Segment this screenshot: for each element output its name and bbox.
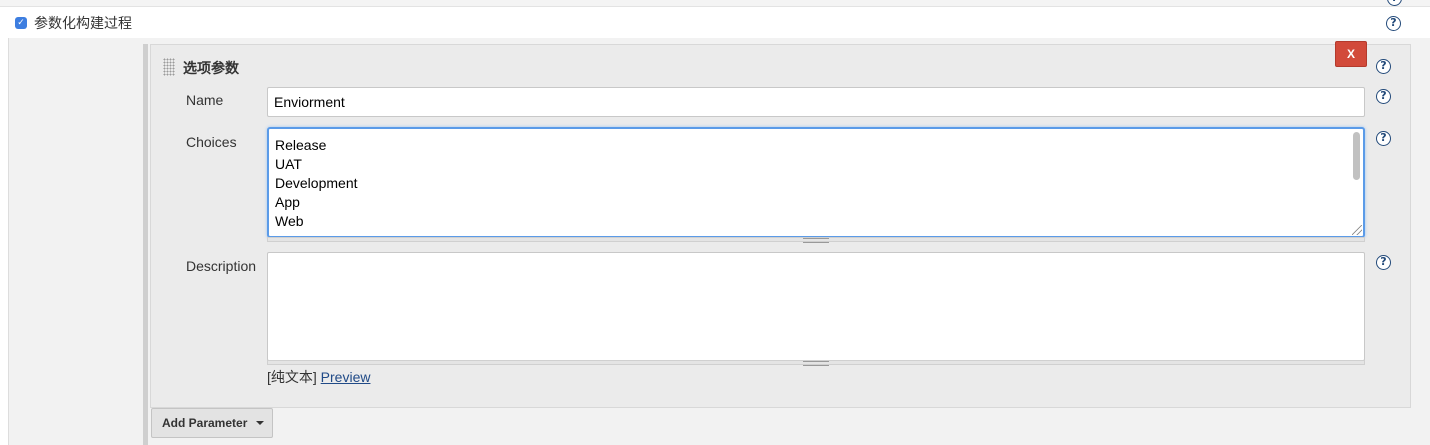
format-plain-text: [纯文本] — [267, 369, 317, 385]
resize-corner-icon[interactable] — [1352, 225, 1362, 235]
parameterized-build-row: ✓ 参数化构建过程 ? — [0, 8, 1430, 38]
name-input[interactable] — [267, 87, 1365, 117]
help-icon[interactable]: ? — [1376, 89, 1391, 104]
name-label: Name — [186, 92, 224, 108]
grip-lines-icon — [803, 238, 829, 243]
description-textarea[interactable] — [267, 252, 1365, 361]
drag-handle-icon[interactable] — [163, 58, 175, 76]
parameterized-build-label: 参数化构建过程 — [34, 15, 132, 31]
help-icon[interactable]: ? — [1376, 59, 1391, 74]
choices-textarea[interactable]: Release UAT Development App Web — [267, 127, 1365, 238]
add-parameter-label: Add Parameter — [162, 416, 248, 430]
section-handle-bar — [143, 44, 148, 445]
help-icon[interactable]: ? — [1386, 16, 1401, 31]
parameter-title: 选项参数 — [183, 60, 239, 76]
choice-item: UAT — [275, 156, 302, 172]
choices-label: Choices — [186, 134, 237, 150]
caret-down-icon — [256, 421, 264, 425]
parameterized-build-checkbox[interactable]: ✓ — [15, 17, 27, 29]
help-icon[interactable]: ? — [1376, 131, 1391, 146]
choice-item: App — [275, 194, 300, 210]
choices-scrollbar-thumb[interactable] — [1353, 132, 1360, 180]
description-resize-grip[interactable] — [267, 360, 1365, 366]
add-parameter-button[interactable]: Add Parameter — [151, 408, 273, 438]
choice-item: Release — [275, 137, 327, 153]
help-icon[interactable]: ? — [1376, 255, 1391, 270]
top-divider — [0, 0, 1430, 7]
grip-lines-icon — [803, 361, 829, 366]
delete-parameter-button[interactable]: X — [1335, 41, 1367, 67]
choice-item: Web — [275, 213, 304, 229]
choices-resize-grip[interactable] — [267, 237, 1365, 243]
format-row: [纯文本] Preview — [267, 367, 370, 387]
preview-link[interactable]: Preview — [321, 369, 371, 385]
choice-item: Development — [275, 175, 358, 191]
description-label: Description — [186, 258, 257, 274]
